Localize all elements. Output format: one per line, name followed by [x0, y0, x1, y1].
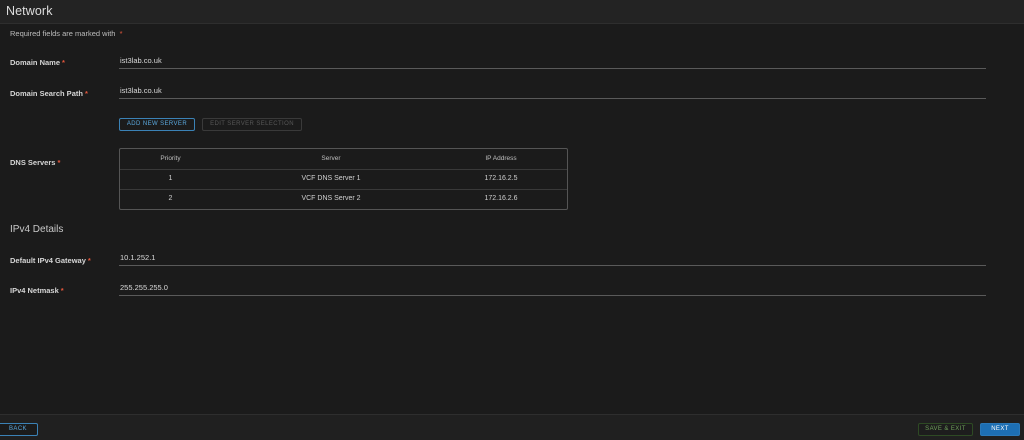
ip-address-cell: 172.16.2.5 — [484, 175, 518, 182]
priority-cell: 2 — [168, 195, 173, 202]
page-title: Network — [6, 4, 53, 18]
server-cell: VCF DNS Server 1 — [301, 175, 361, 182]
edit-server-selection-button[interactable]: EDIT SERVER SELECTION — [202, 118, 302, 131]
default-ipv4-gateway-label: Default IPv4 Gateway * — [10, 256, 91, 265]
domain-name-label-text: Domain Name — [10, 58, 61, 67]
ipv4-section-title: IPv4 Details — [10, 224, 64, 235]
server-cell: VCF DNS Server 2 — [301, 195, 361, 202]
network-config-page: Network Required fields are marked with … — [0, 0, 1024, 440]
required-marker: * — [62, 58, 65, 67]
table-row[interactable]: 2 VCF DNS Server 2 172.16.2.6 — [120, 189, 567, 209]
ipv4-netmask-field — [119, 281, 986, 296]
domain-search-path-label: Domain Search Path * — [10, 89, 88, 98]
domain-search-path-input[interactable] — [120, 84, 980, 96]
column-header-server[interactable]: Server — [221, 149, 441, 169]
column-header-priority[interactable]: Priority — [120, 149, 221, 169]
ipv4-netmask-input[interactable] — [120, 281, 980, 293]
priority-cell: 1 — [168, 175, 173, 182]
required-marker: * — [84, 89, 88, 98]
ipv4-netmask-label-text: IPv4 Netmask — [10, 286, 59, 295]
dns-servers-label-text: DNS Servers — [10, 158, 56, 167]
required-marker: * — [119, 29, 123, 38]
domain-name-input[interactable] — [120, 54, 980, 66]
required-marker: * — [57, 158, 61, 167]
default-ipv4-gateway-label-text: Default IPv4 Gateway — [10, 256, 86, 265]
grid-header-row: Priority Server IP Address — [120, 149, 567, 170]
table-row[interactable]: 1 VCF DNS Server 1 172.16.2.5 — [120, 169, 567, 190]
wizard-footer: BACK SAVE & EXIT NEXT — [0, 414, 1024, 440]
domain-name-field — [119, 54, 986, 69]
required-note-text: Required fields are marked with — [10, 29, 116, 38]
required-marker: * — [87, 256, 91, 265]
ipv4-netmask-label: IPv4 Netmask * — [10, 286, 64, 295]
back-button[interactable]: BACK — [0, 423, 38, 436]
column-header-ip-address[interactable]: IP Address — [441, 149, 561, 169]
dns-servers-label: DNS Servers * — [10, 158, 60, 167]
add-new-server-button[interactable]: ADD NEW SERVER — [119, 118, 195, 131]
dns-servers-grid: Priority Server IP Address 1 VCF DNS Ser… — [119, 148, 568, 210]
default-ipv4-gateway-field — [119, 251, 986, 266]
default-ipv4-gateway-input[interactable] — [120, 251, 980, 263]
domain-search-path-field — [119, 84, 986, 99]
domain-name-label: Domain Name * — [10, 58, 65, 67]
ip-address-cell: 172.16.2.6 — [484, 195, 518, 202]
domain-search-path-label-text: Domain Search Path — [10, 89, 83, 98]
page-header: Network — [0, 0, 1024, 24]
required-marker: * — [60, 286, 64, 295]
required-fields-note: Required fields are marked with * — [10, 29, 122, 38]
next-button[interactable]: NEXT — [980, 423, 1020, 436]
save-and-exit-button[interactable]: SAVE & EXIT — [918, 423, 973, 436]
